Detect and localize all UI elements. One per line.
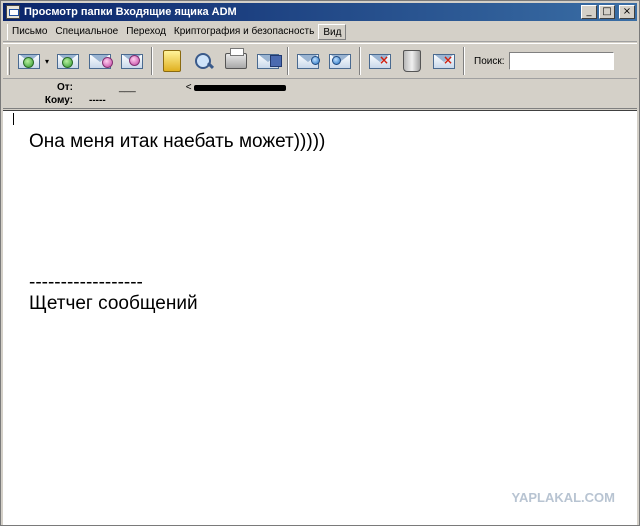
address-book-icon bbox=[163, 50, 181, 72]
menu-letter[interactable]: Письмо bbox=[7, 23, 51, 40]
forward-icon bbox=[89, 53, 113, 69]
delete-button[interactable] bbox=[398, 47, 426, 75]
new-message-button[interactable] bbox=[118, 47, 146, 75]
minimize-button[interactable]: _ bbox=[581, 5, 597, 19]
previous-message-icon bbox=[297, 53, 320, 69]
toolbar-separator bbox=[463, 47, 465, 75]
menu-view[interactable]: Вид bbox=[318, 23, 347, 40]
receive-mail-icon bbox=[18, 53, 40, 69]
window-title: Просмотр папки Входящие ящика ADM bbox=[24, 6, 237, 18]
from-label: От: bbox=[56, 82, 73, 93]
menu-crypto-security[interactable]: Криптография и безопасность bbox=[170, 24, 318, 40]
receive-mail-button[interactable] bbox=[15, 47, 43, 75]
title-bar[interactable]: Просмотр папки Входящие ящика ADM _ □ × bbox=[3, 3, 637, 21]
to-label: Кому: bbox=[44, 95, 73, 106]
mail-app-icon bbox=[6, 5, 20, 19]
toolbar: ▾ × × Поиск: bbox=[3, 43, 637, 79]
mark-junk-button[interactable]: × bbox=[366, 47, 394, 75]
from-email-open: < bbox=[185, 82, 192, 93]
menu-go[interactable]: Переход bbox=[122, 24, 170, 40]
next-message-icon bbox=[329, 53, 351, 69]
delete-message-icon: × bbox=[433, 53, 455, 69]
message-text: Она меня итак наебать может))))) bbox=[29, 131, 326, 152]
new-message-icon bbox=[121, 53, 143, 69]
to-value: ----- bbox=[89, 95, 106, 106]
save-icon bbox=[257, 53, 282, 69]
delete-message-button[interactable]: × bbox=[430, 47, 458, 75]
reply-all-icon bbox=[57, 53, 79, 69]
message-header: От: ___ < Кому: ----- bbox=[3, 80, 637, 109]
receive-dropdown-arrow[interactable]: ▾ bbox=[42, 47, 52, 75]
next-message-button[interactable] bbox=[326, 47, 354, 75]
save-button[interactable] bbox=[254, 47, 282, 75]
signature-text: Щетчег сообщений bbox=[29, 293, 198, 314]
toolbar-grip[interactable] bbox=[7, 47, 10, 75]
text-caret bbox=[13, 113, 14, 125]
mark-junk-icon: × bbox=[369, 53, 391, 69]
previous-message-button[interactable] bbox=[294, 47, 322, 75]
menu-bar: Письмо Специальное Переход Криптография … bbox=[3, 22, 637, 42]
toolbar-separator bbox=[359, 47, 361, 75]
mail-viewer-window: Просмотр папки Входящие ящика ADM _ □ × … bbox=[0, 0, 640, 526]
reply-all-button[interactable] bbox=[54, 47, 82, 75]
printer-icon bbox=[225, 48, 247, 69]
trash-icon bbox=[403, 50, 421, 72]
magnifier-icon bbox=[193, 51, 215, 71]
forward-button[interactable] bbox=[86, 47, 114, 75]
close-button[interactable]: × bbox=[619, 5, 635, 19]
to-row: Кому: ----- bbox=[3, 95, 106, 108]
maximize-button[interactable]: □ bbox=[599, 5, 615, 19]
toolbar-separator bbox=[151, 47, 153, 75]
window-controls: _ □ × bbox=[581, 5, 635, 19]
signature-separator: ------------------ bbox=[29, 272, 143, 293]
search-input[interactable] bbox=[508, 52, 614, 70]
address-book-button[interactable] bbox=[158, 47, 186, 75]
site-watermark: YAPLAKAL.COM bbox=[511, 490, 615, 505]
search-label: Поиск: bbox=[474, 55, 505, 67]
menu-special[interactable]: Специальное bbox=[51, 24, 122, 40]
find-button[interactable] bbox=[190, 47, 218, 75]
print-button[interactable] bbox=[222, 47, 250, 75]
from-row: От: ___ < bbox=[3, 82, 286, 95]
from-name: ___ bbox=[119, 82, 136, 93]
toolbar-separator bbox=[287, 47, 289, 75]
message-body[interactable]: Она меня итак наебать может))))) -------… bbox=[3, 110, 637, 525]
redacted-email bbox=[193, 85, 286, 91]
